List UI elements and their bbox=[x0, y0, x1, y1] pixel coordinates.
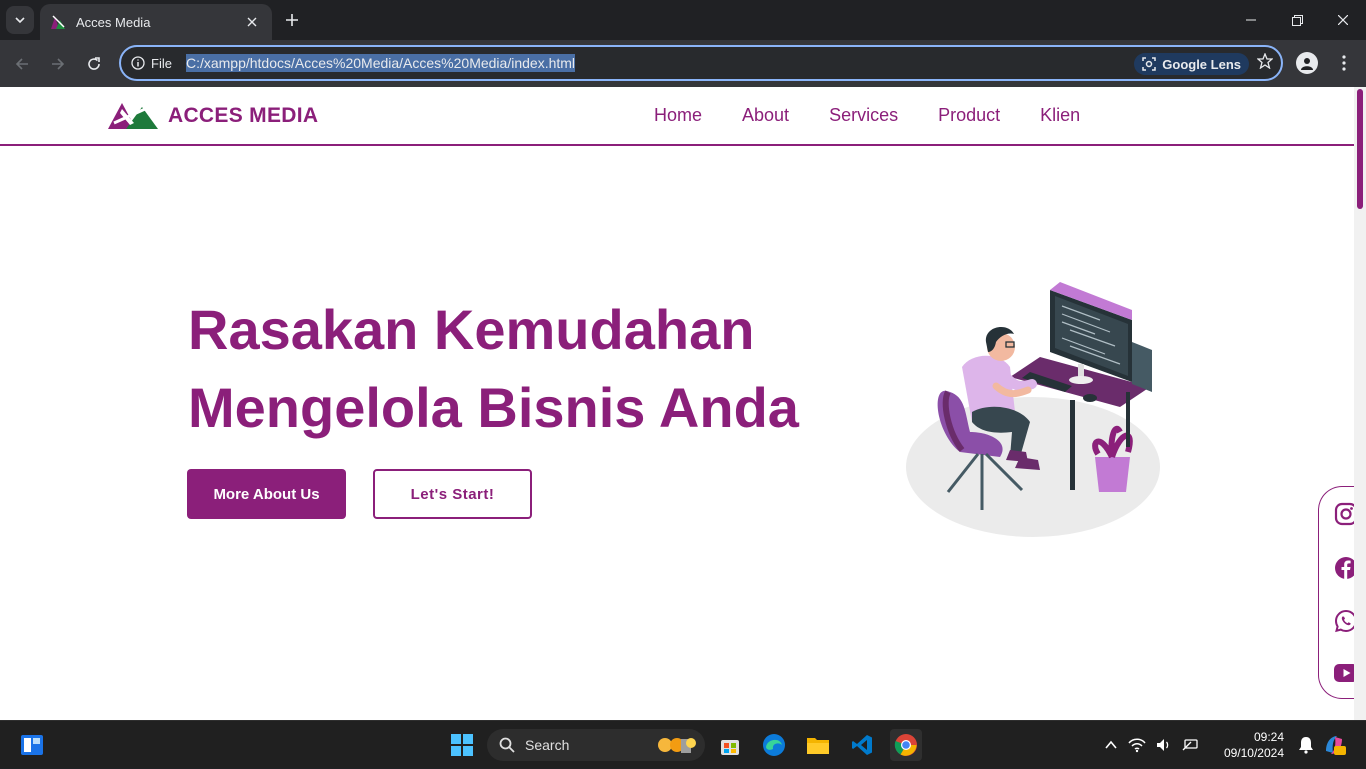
edge-icon[interactable] bbox=[758, 729, 790, 761]
nav-services[interactable]: Services bbox=[829, 105, 898, 126]
hero-illustration bbox=[906, 282, 1160, 537]
lens-icon bbox=[1142, 57, 1157, 71]
taskbar-clock[interactable]: 09:24 09/10/2024 bbox=[1216, 729, 1284, 761]
minimize-button[interactable] bbox=[1228, 0, 1274, 40]
copilot-icon[interactable] bbox=[1318, 729, 1350, 761]
plus-icon bbox=[286, 14, 298, 26]
close-tab-icon[interactable] bbox=[242, 12, 262, 32]
brand-name: ACCES MEDIA bbox=[168, 104, 319, 127]
start-button-icon[interactable] bbox=[446, 729, 478, 761]
site-header: ACCES MEDIA Home About Services Product … bbox=[0, 87, 1354, 146]
battery-icon[interactable] bbox=[1182, 737, 1200, 753]
file-explorer-icon[interactable] bbox=[802, 729, 834, 761]
system-tray bbox=[1104, 721, 1200, 769]
main-nav: Home About Services Product Klien bbox=[654, 105, 1080, 126]
google-lens-button[interactable]: Google Lens bbox=[1134, 53, 1249, 75]
clock-date: 09/10/2024 bbox=[1223, 746, 1284, 760]
nav-product[interactable]: Product bbox=[938, 105, 1000, 126]
browser-tabstrip: Acces Media bbox=[0, 0, 1366, 40]
lens-label: Google Lens bbox=[1162, 56, 1241, 72]
page-viewport: ACCES MEDIA Home About Services Product … bbox=[0, 87, 1366, 720]
site-logo[interactable]: ACCES MEDIA bbox=[108, 101, 318, 131]
chevron-down-icon bbox=[15, 17, 25, 24]
nav-home[interactable]: Home bbox=[654, 105, 702, 126]
reload-icon bbox=[88, 57, 100, 70]
scrollbar-thumb[interactable] bbox=[1357, 89, 1363, 209]
search-icon bbox=[499, 737, 515, 753]
wifi-icon[interactable] bbox=[1128, 737, 1146, 753]
nav-klien[interactable]: Klien bbox=[1040, 105, 1080, 126]
site-info-button[interactable]: File bbox=[131, 56, 172, 71]
url-text[interactable]: C:/xampp/htdocs/Acces%20Media/Acces%20Me… bbox=[185, 54, 576, 72]
bookmark-star-icon[interactable] bbox=[1256, 52, 1274, 74]
tab-search-button[interactable] bbox=[6, 6, 34, 34]
close-window-button[interactable] bbox=[1320, 0, 1366, 40]
vscode-icon[interactable] bbox=[846, 729, 878, 761]
windows-taskbar: Search 09:24 09/10/2024 bbox=[0, 720, 1366, 768]
clock-time: 09:24 bbox=[1253, 730, 1284, 744]
hero-line-1: Rasakan Kemudahan bbox=[188, 298, 755, 361]
search-label: Search bbox=[525, 737, 570, 753]
arrow-right-icon bbox=[52, 58, 65, 70]
site-info-label: File bbox=[151, 55, 172, 71]
search-highlight-icon bbox=[658, 738, 696, 753]
hero-line-2: Mengelola Bisnis Anda bbox=[188, 376, 799, 439]
logo-icon bbox=[108, 103, 158, 129]
back-button[interactable] bbox=[8, 50, 36, 78]
reload-button[interactable] bbox=[80, 50, 108, 78]
address-bar[interactable]: File C:/xampp/htdocs/Acces%20Media/Acces… bbox=[119, 45, 1283, 81]
tab-title: Acces Media bbox=[76, 14, 151, 30]
arrow-left-icon bbox=[15, 58, 28, 70]
lets-start-button[interactable]: Let's Start! bbox=[373, 469, 532, 519]
browser-tab[interactable]: Acces Media bbox=[40, 4, 272, 40]
browser-menu-icon[interactable] bbox=[1334, 52, 1354, 74]
taskbar-search[interactable]: Search bbox=[487, 729, 705, 761]
forward-button[interactable] bbox=[44, 50, 72, 78]
favicon-icon bbox=[51, 15, 65, 29]
volume-icon[interactable] bbox=[1156, 737, 1172, 753]
profile-icon[interactable] bbox=[1296, 52, 1318, 74]
more-about-us-button[interactable]: More About Us bbox=[187, 469, 346, 519]
page-scrollbar[interactable] bbox=[1354, 87, 1366, 720]
microsoft-store-icon[interactable] bbox=[714, 729, 746, 761]
widgets-icon[interactable] bbox=[16, 729, 48, 761]
chevron-up-icon[interactable] bbox=[1104, 738, 1118, 752]
chrome-icon[interactable] bbox=[890, 729, 922, 761]
new-tab-button[interactable] bbox=[280, 8, 304, 32]
hero-title: Rasakan Kemudahan Mengelola Bisnis Anda bbox=[188, 291, 799, 447]
nav-about[interactable]: About bbox=[742, 105, 789, 126]
window-controls bbox=[1228, 0, 1366, 40]
restore-button[interactable] bbox=[1274, 0, 1320, 40]
info-icon bbox=[131, 56, 145, 70]
